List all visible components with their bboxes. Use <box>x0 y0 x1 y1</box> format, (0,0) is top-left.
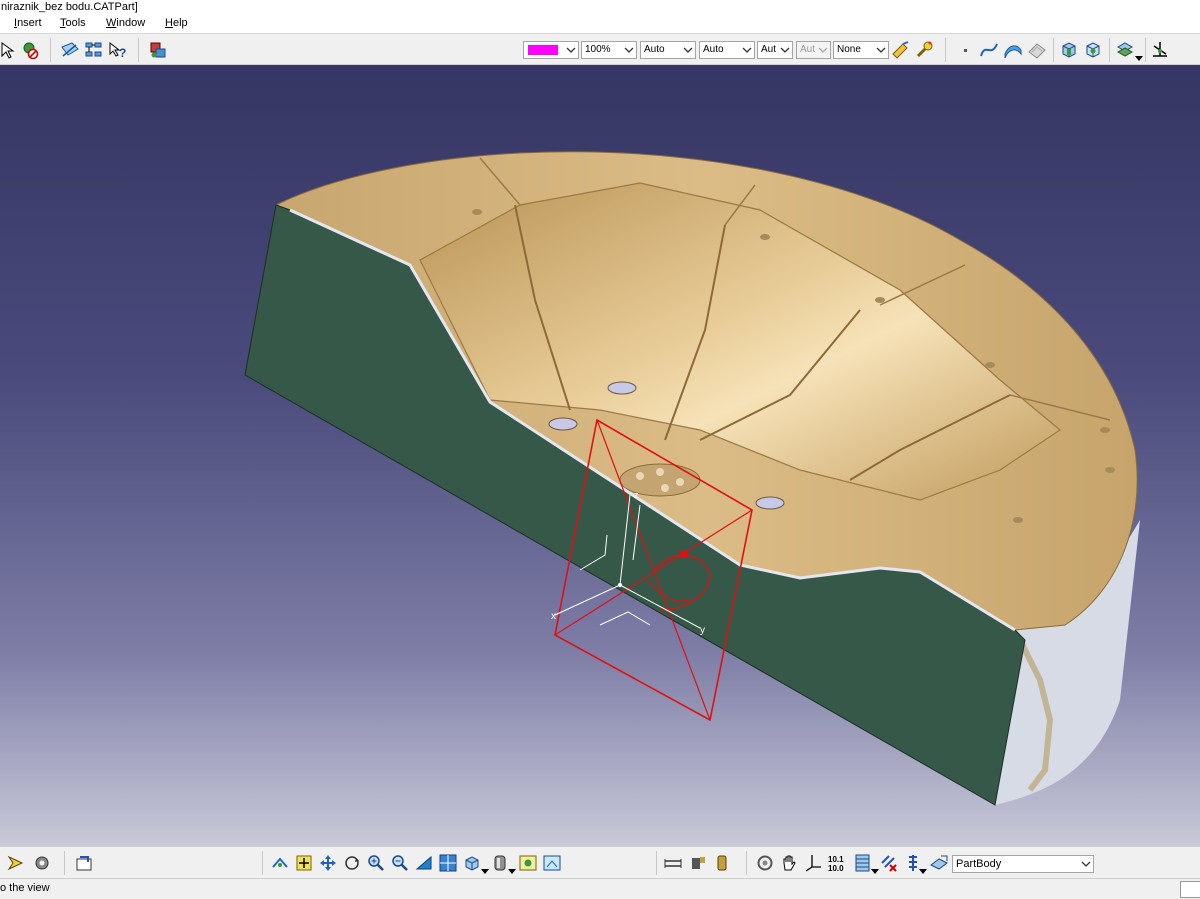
update-icon[interactable] <box>74 853 94 873</box>
scan-expand-icon[interactable] <box>919 869 927 875</box>
define-work-object-icon[interactable] <box>929 853 949 873</box>
constraint-icon[interactable] <box>755 853 775 873</box>
point-icon[interactable] <box>955 40 975 60</box>
svg-text:10.1: 10.1 <box>828 855 844 864</box>
format-painter-icon[interactable] <box>891 40 911 60</box>
menu-window[interactable]: Window <box>106 17 145 29</box>
chevron-down-icon <box>742 47 752 53</box>
spline-icon[interactable] <box>979 40 999 60</box>
measure-inertia-icon[interactable] <box>712 853 732 873</box>
chevron-down-icon <box>683 47 693 53</box>
normal-view-icon[interactable] <box>414 853 434 873</box>
swap-space-icon[interactable] <box>542 853 562 873</box>
options-gear-icon[interactable] <box>32 853 52 873</box>
view-expand-icon[interactable] <box>481 869 489 875</box>
top-toolbar: ? 100% Auto Auto Aut Aut None <box>0 33 1200 65</box>
menu-bar: Insert Tools Window Help <box>0 15 1200 33</box>
svg-text:10.0: 10.0 <box>828 864 844 873</box>
multi-view-icon[interactable] <box>438 853 458 873</box>
current-body-dropdown[interactable]: PartBody <box>952 855 1094 873</box>
command-input[interactable] <box>1180 881 1200 898</box>
deactivate-icon[interactable] <box>879 853 899 873</box>
no-show-icon[interactable] <box>20 40 40 60</box>
chevron-down-icon <box>818 47 828 53</box>
shading-expand-icon[interactable] <box>508 869 516 875</box>
table-expand-icon[interactable] <box>871 869 879 875</box>
pocket-icon[interactable] <box>1083 40 1103 60</box>
fill-surface-icon[interactable] <box>1027 40 1047 60</box>
tree-icon[interactable] <box>84 40 104 60</box>
zoom-in-icon[interactable] <box>366 853 386 873</box>
graphic-properties-icon[interactable] <box>915 40 935 60</box>
menu-help[interactable]: Help <box>165 17 188 29</box>
3d-viewport[interactable]: x y z <box>0 65 1200 846</box>
axis-icon[interactable] <box>803 853 823 873</box>
assemble-icon[interactable] <box>1115 40 1135 60</box>
chevron-down-icon <box>876 47 886 53</box>
extrude-surface-icon[interactable] <box>1003 40 1023 60</box>
layer-dropdown[interactable]: None <box>833 41 889 59</box>
toolbar-expand-icon[interactable] <box>1135 56 1143 62</box>
fly-mode-icon[interactable] <box>6 853 26 873</box>
select-arrow-icon[interactable] <box>0 40 20 60</box>
status-message: o the view <box>0 882 50 894</box>
fit-all-in-icon[interactable] <box>270 853 290 873</box>
menu-tools[interactable]: Tools <box>60 17 86 29</box>
color-swatch <box>528 45 558 55</box>
hand-icon[interactable] <box>779 853 799 873</box>
hide-show-icon[interactable] <box>518 853 538 873</box>
line-type-dropdown[interactable]: Auto <box>699 41 755 59</box>
bottom-toolbar: 10.1 10.0 PartBody <box>0 846 1200 878</box>
chevron-down-icon <box>780 47 790 53</box>
axis-system-icon[interactable] <box>1150 40 1170 60</box>
chevron-down-icon <box>624 47 634 53</box>
zoom-out-icon[interactable] <box>390 853 410 873</box>
iso-view-icon[interactable] <box>462 853 482 873</box>
chevron-down-icon <box>1081 861 1091 867</box>
measure-between-icon[interactable] <box>663 853 683 873</box>
line-thickness-dropdown[interactable]: Auto <box>640 41 696 59</box>
pad-icon[interactable] <box>1059 40 1079 60</box>
whats-this-icon[interactable]: ? <box>108 40 128 60</box>
point-symbol-dropdown[interactable]: Aut <box>757 41 793 59</box>
svg-text:?: ? <box>119 46 126 60</box>
window-title: niraznik_bez bodu.CATPart] <box>0 0 1200 15</box>
pan-icon[interactable] <box>294 853 314 873</box>
formula-icon[interactable]: 10.110.0 <box>827 853 847 873</box>
catalog-icon[interactable] <box>148 40 168 60</box>
table-icon[interactable] <box>853 853 873 873</box>
part-geometry: x y z <box>244 151 1140 806</box>
sketch-icon[interactable] <box>60 40 80 60</box>
measure-item-icon[interactable] <box>688 853 708 873</box>
menu-insert[interactable]: Insert <box>14 17 42 29</box>
rendering-style-dropdown: Aut <box>796 41 831 59</box>
axis-label-z: z <box>634 490 639 500</box>
transparency-dropdown[interactable]: 100% <box>581 41 637 59</box>
status-bar: o the view <box>0 878 1200 899</box>
shading-icon[interactable] <box>490 853 510 873</box>
chevron-down-icon <box>566 47 576 53</box>
rotate-icon[interactable] <box>342 853 362 873</box>
move-icon[interactable] <box>318 853 338 873</box>
axis-label-x: x <box>551 611 556 622</box>
axis-label-y: y <box>700 625 705 636</box>
color-dropdown[interactable] <box>523 41 579 59</box>
